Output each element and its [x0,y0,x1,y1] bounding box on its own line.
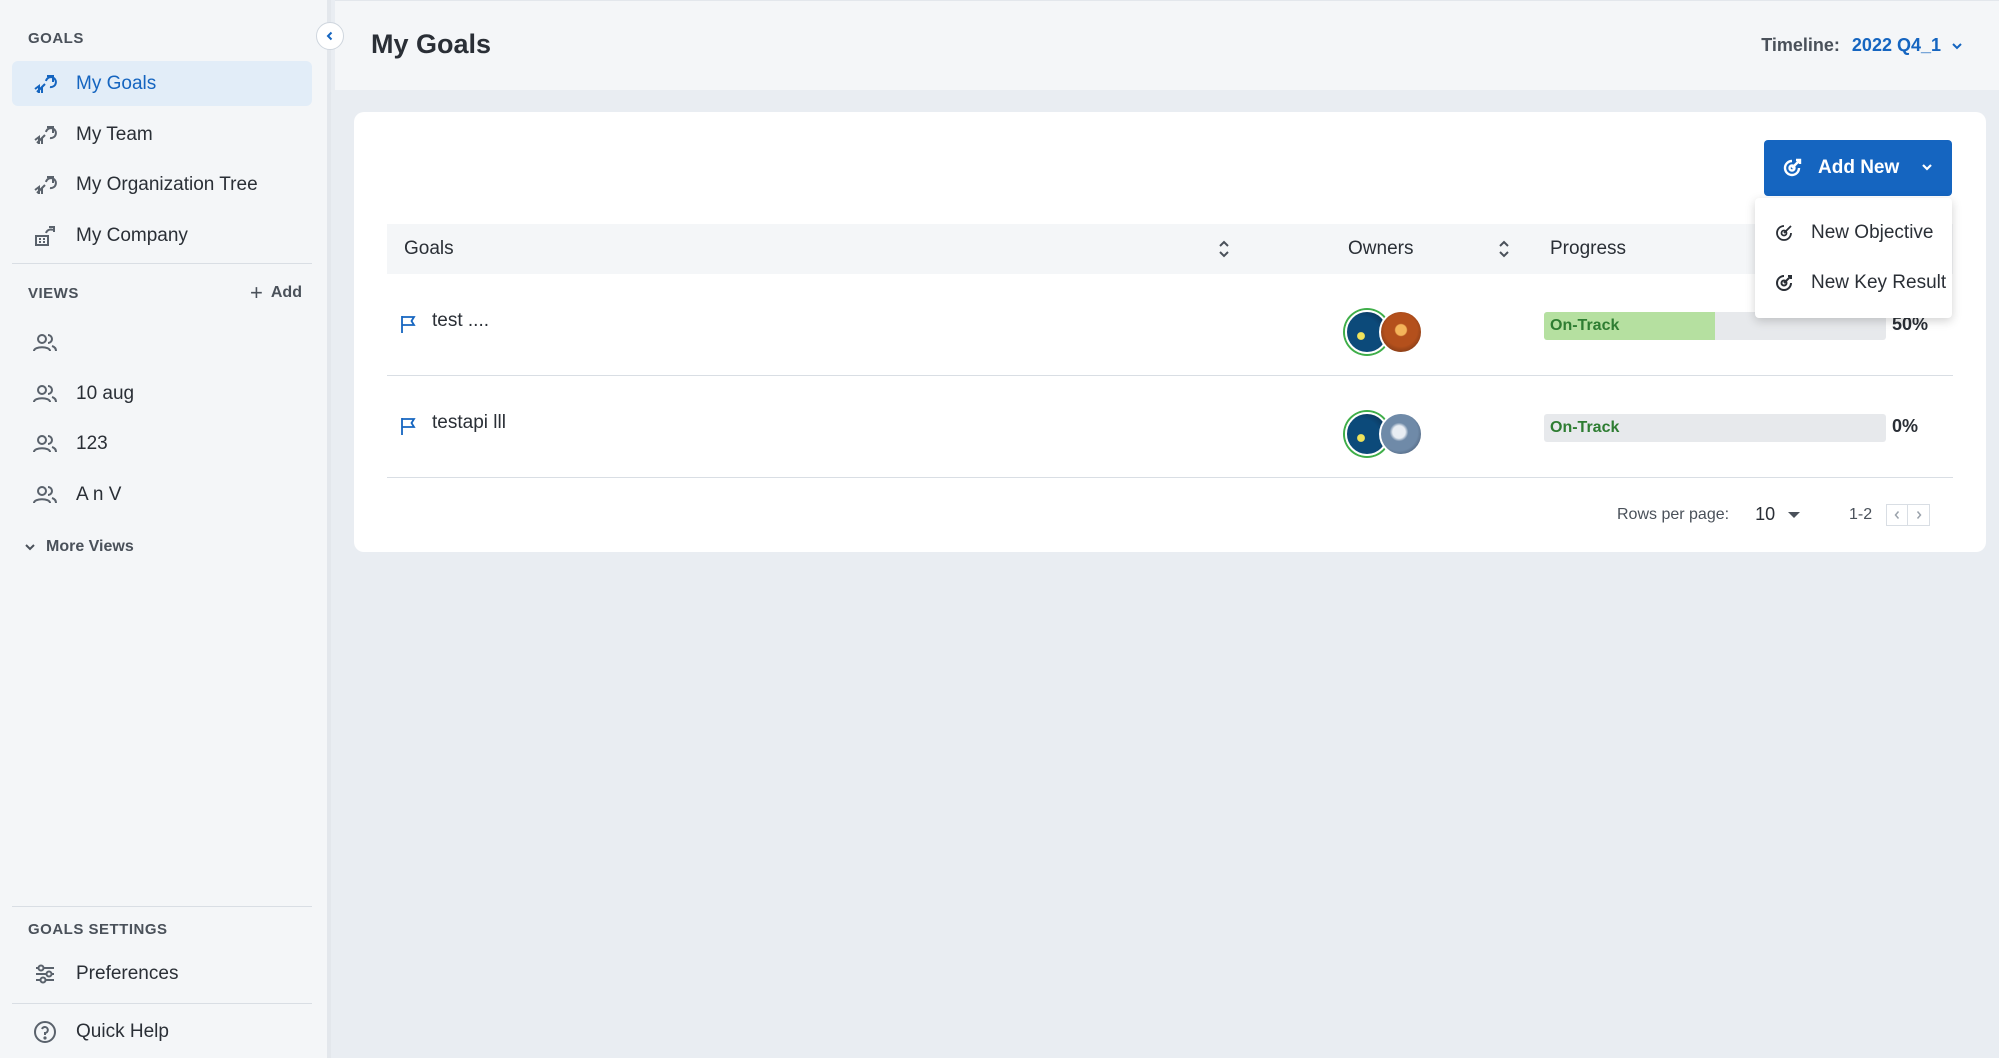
add-view-label: Add [270,284,302,301]
menu-item-new-key-result[interactable]: New Key Result [1755,260,1952,306]
sidebar-item-preferences[interactable]: Preferences [12,951,312,996]
more-views-label: More Views [46,538,134,555]
avatar[interactable] [1379,310,1423,354]
sidebar-view-item[interactable]: 10 aug [12,371,312,416]
table-header: Goals Owners Progress [387,224,1953,274]
sidebar-item-label: 123 [76,432,108,454]
progress-percent: 0% [1892,416,1919,436]
owner-avatars[interactable] [1345,412,1425,456]
menu-item-label: New Key Result [1811,272,1947,293]
goals-settings-section-label: GOALS SETTINGS [28,921,168,938]
chevron-down-icon [1951,40,1963,52]
key-result-icon [1773,272,1795,294]
rows-per-page: Rows per page: 10 [1617,504,1801,525]
progress-bar: On-Track [1544,414,1886,442]
chevron-down-icon [1920,158,1934,180]
next-page-button[interactable] [1908,504,1931,526]
status-label: On-Track [1550,419,1620,436]
chevron-down-icon [24,541,36,553]
sidebar-item-my-team[interactable]: My Team [12,112,312,157]
plus-icon: + [250,280,263,305]
people-icon [32,381,58,407]
sidebar-view-item[interactable]: A n V [12,472,312,517]
sidebar-item-quick-help[interactable]: Quick Help [12,1009,312,1054]
chevron-left-icon [1894,511,1900,519]
sort-icon[interactable] [1497,237,1511,261]
goal-name-link[interactable]: testapi lll [432,412,506,434]
column-header-owners: Owners [1348,238,1414,259]
prev-page-button[interactable] [1886,504,1909,526]
pagination-controls: 1-2 [1849,504,1931,526]
help-icon [32,1019,58,1045]
chevron-right-icon [1916,511,1922,519]
timeline-label: Timeline: [1761,35,1840,55]
people-icon [32,482,58,508]
sidebar-item-label: My Organization Tree [76,173,258,195]
chevron-left-icon [325,31,335,41]
menu-item-new-objective[interactable]: New Objective [1755,210,1952,256]
people-icon [32,431,58,457]
sidebar-item-label: A n V [76,483,122,505]
sidebar-item-label: 10 aug [76,382,135,404]
page-range: 1-2 [1849,506,1873,523]
page-header: My Goals Timeline: 2022 Q4_1 [335,0,1999,90]
caret-down-icon [1788,511,1801,518]
page-title: My Goals [371,29,492,59]
timeline-dropdown[interactable]: 2022 Q4_1 [1852,35,1963,56]
goals-section-label: GOALS [28,30,84,47]
sidebar-item-label: My Team [76,123,153,145]
owner-avatars[interactable] [1345,310,1425,354]
more-views-button[interactable]: More Views [24,538,134,556]
sidebar-item-my-goals[interactable]: My Goals [12,61,312,106]
rows-per-page-select[interactable]: 10 [1755,504,1801,525]
sliders-icon [32,961,58,987]
add-view-button[interactable]: + Add [250,280,302,306]
goal-name-link[interactable]: test .... [432,310,489,332]
add-new-menu: New Objective New Key Result [1755,198,1952,318]
add-new-label: Add New [1818,157,1900,178]
collapse-sidebar-button[interactable] [316,22,344,50]
rows-per-page-value: 10 [1755,504,1776,524]
target-add-icon [1780,156,1804,180]
sidebar-view-item[interactable]: 123 [12,421,312,466]
column-header-progress: Progress [1550,238,1627,259]
timeline-selector: Timeline: 2022 Q4_1 [1761,35,1963,56]
sidebar-divider [12,906,312,907]
team-goals-icon [32,122,58,148]
flag-icon [401,316,416,333]
goals-icon [32,71,58,97]
sidebar-item-label: Quick Help [76,1020,169,1042]
sidebar-item-label: Preferences [76,962,179,984]
table-row[interactable]: test .... On-Track 50% [387,274,1953,376]
views-section-label: VIEWS [28,285,79,302]
rows-per-page-label: Rows per page: [1617,505,1730,523]
add-new-button[interactable]: Add New [1764,140,1952,196]
sidebar-view-item[interactable] [12,320,312,365]
status-label: On-Track [1550,317,1620,334]
objective-icon [1773,222,1795,244]
table-row[interactable]: testapi lll On-Track 0% [387,376,1953,478]
sidebar-item-label: My Company [76,224,188,246]
menu-item-label: New Objective [1811,222,1934,243]
sidebar-item-my-organization-tree[interactable]: My Organization Tree [12,162,312,207]
sidebar-divider [12,263,312,264]
sidebar-item-label: My Goals [76,72,157,94]
avatar[interactable] [1379,412,1423,456]
people-icon [32,330,58,356]
sidebar: GOALS My Goals My Team My Organization T… [0,0,331,1058]
column-header-goals: Goals [404,238,454,259]
flag-icon [401,418,416,435]
company-icon [32,223,58,249]
sidebar-divider [12,1003,312,1004]
timeline-value: 2022 Q4_1 [1851,35,1941,55]
sort-icon[interactable] [1217,237,1231,261]
sidebar-item-my-company[interactable]: My Company [12,213,312,258]
org-tree-icon [32,172,58,198]
